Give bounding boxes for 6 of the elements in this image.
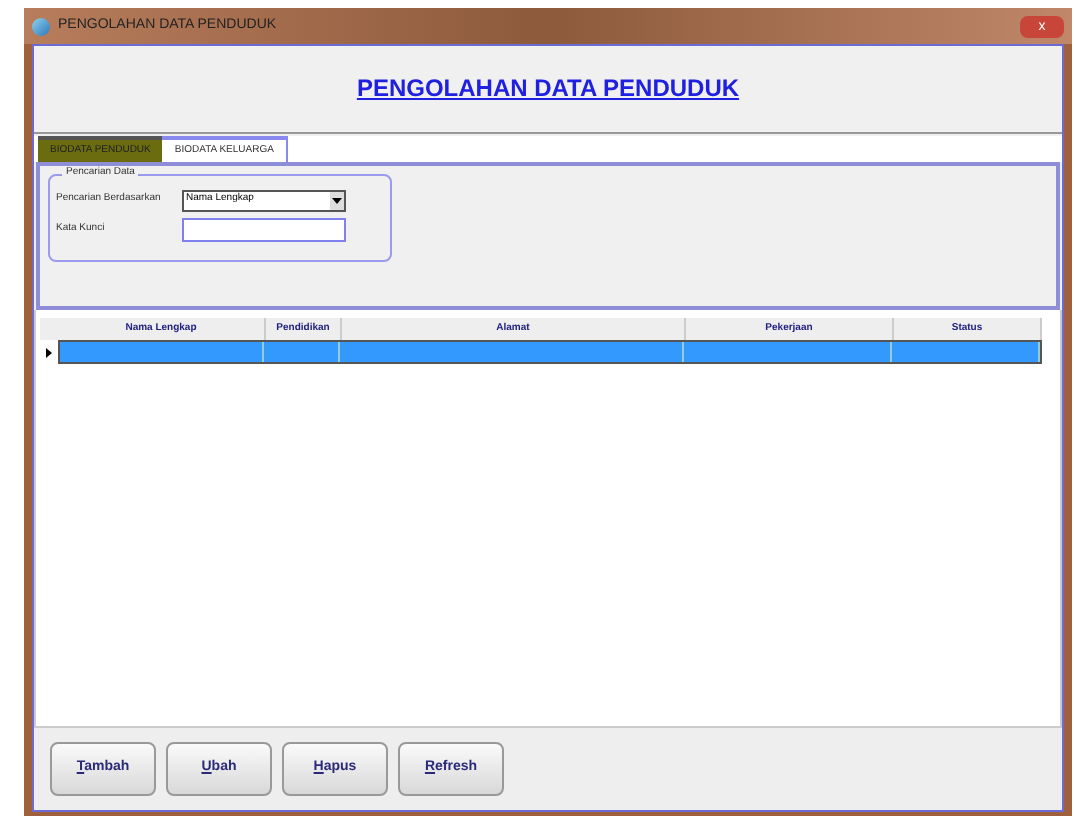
globe-icon	[32, 17, 50, 35]
corner-header	[40, 318, 58, 340]
table-row[interactable]	[58, 340, 1042, 364]
keyword-field[interactable]	[182, 218, 346, 242]
caret-icon	[330, 191, 344, 209]
page-heading: PENGOLAHAN DATA PENDUDUK	[356, 72, 740, 106]
